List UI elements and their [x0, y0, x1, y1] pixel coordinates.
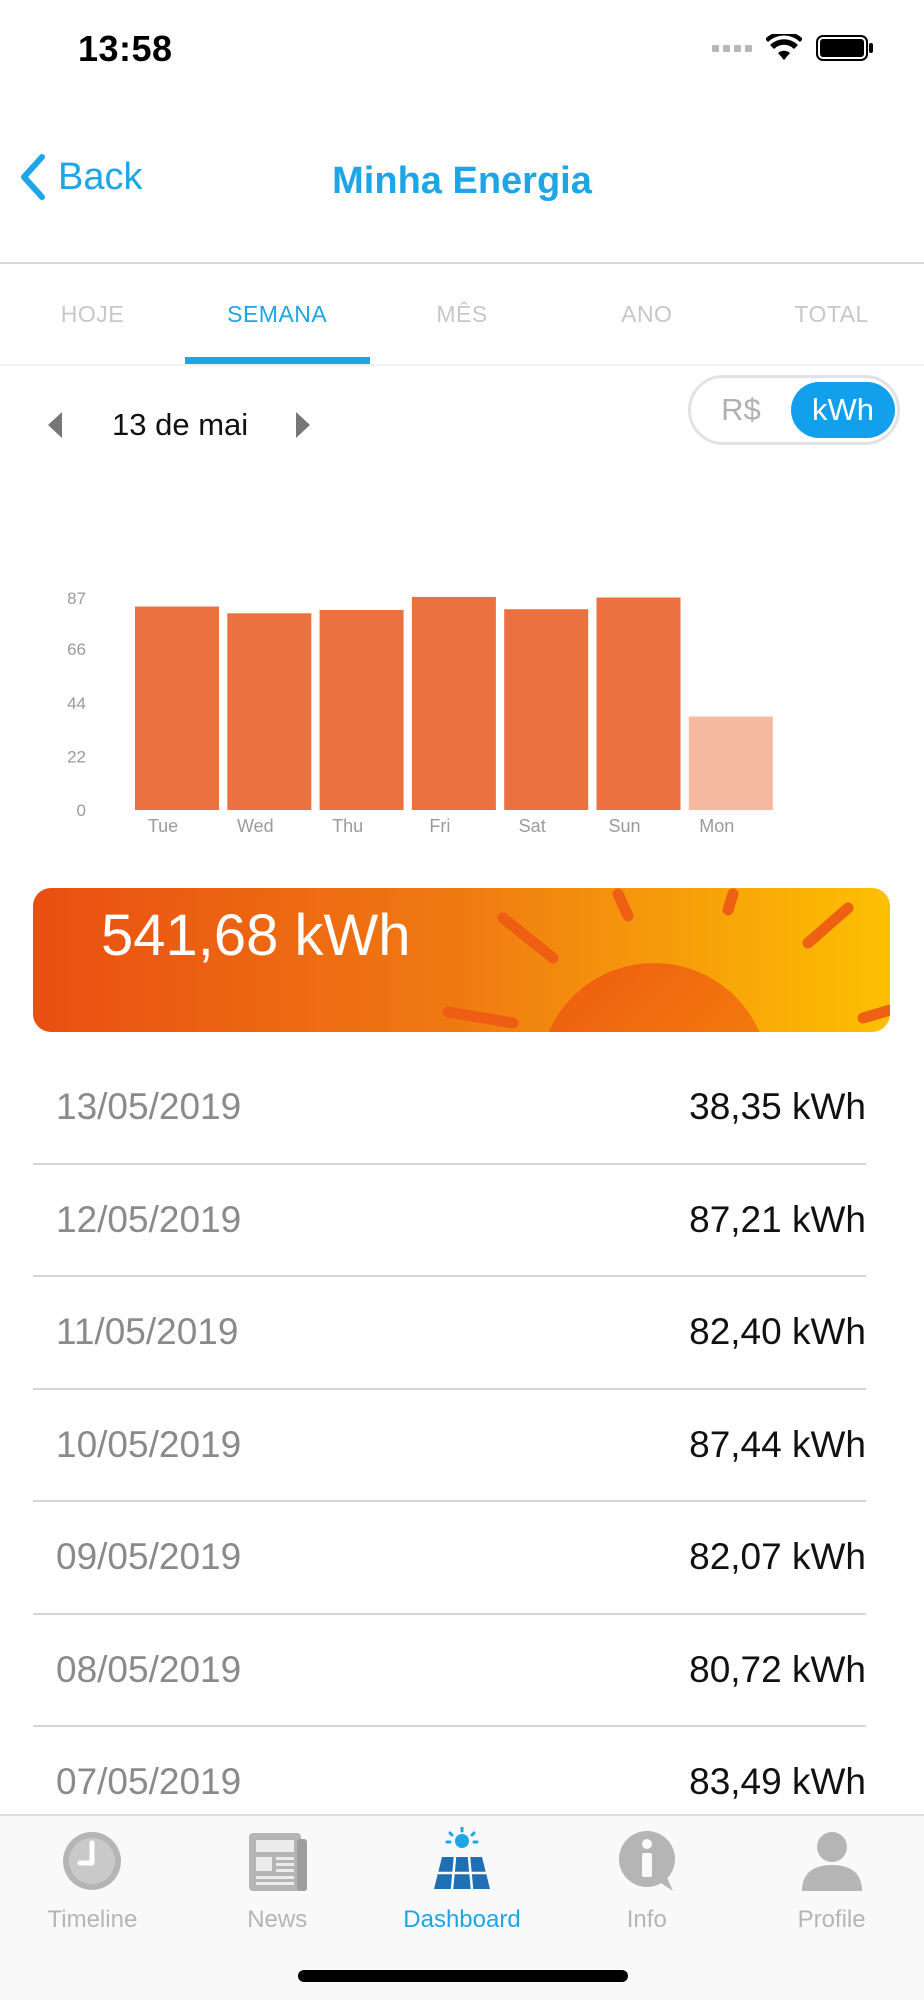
- tab-bar-timeline[interactable]: Timeline: [0, 1826, 185, 1956]
- y-tick-label: 87: [67, 589, 86, 608]
- bar-thu[interactable]: [319, 610, 404, 810]
- reading-date: 13/05/2019: [56, 1086, 242, 1128]
- total-energy-value: 541,68 kWh: [101, 903, 411, 968]
- x-tick-label: Sun: [608, 816, 640, 836]
- tab-bar-label: News: [247, 1906, 308, 1933]
- x-tick-label: Thu: [332, 816, 363, 836]
- status-time: 13:58: [78, 28, 173, 69]
- bar-sat[interactable]: [504, 609, 589, 810]
- tab-bar-news[interactable]: News: [185, 1826, 370, 1956]
- reading-date: 12/05/2019: [56, 1198, 242, 1240]
- unit-option-kwh[interactable]: kWh: [791, 382, 895, 438]
- status-bar: 13:58: [0, 0, 924, 100]
- previous-week-icon[interactable]: [48, 412, 62, 438]
- cellular-signal-icon: [712, 44, 752, 52]
- week-navigator: 13 de mai: [48, 400, 311, 450]
- bar-fri[interactable]: [411, 596, 496, 810]
- reading-value: 38,35 kWh: [689, 1086, 866, 1128]
- unit-option-currency[interactable]: R$: [697, 382, 785, 438]
- tab-ano[interactable]: ANO: [554, 264, 739, 364]
- x-tick-label: Mon: [699, 816, 734, 836]
- reading-date: 09/05/2019: [56, 1536, 242, 1578]
- tab-mes[interactable]: MÊS: [370, 264, 555, 364]
- clock-icon: [57, 1826, 127, 1896]
- x-tick-label: Wed: [237, 816, 274, 836]
- tab-bar-dashboard[interactable]: Dashboard: [370, 1826, 555, 1956]
- wifi-icon: [766, 34, 802, 60]
- newspaper-icon: [242, 1826, 312, 1896]
- tab-hoje[interactable]: HOJE: [0, 264, 185, 364]
- list-item[interactable]: 09/05/2019 82,07 kWh: [33, 1502, 866, 1615]
- weekly-energy-chart: 0 22 44 66 87 Tue Wed Thu Fri Sat Sun Mon: [40, 560, 800, 840]
- tab-bar-info[interactable]: Info: [554, 1826, 739, 1956]
- tab-bar-profile[interactable]: Profile: [739, 1826, 924, 1956]
- y-tick-label: 44: [67, 694, 86, 713]
- x-tick-label: Sat: [519, 816, 546, 836]
- tab-bar-label: Profile: [797, 1906, 866, 1933]
- tab-total[interactable]: TOTAL: [739, 264, 924, 364]
- tabs-divider: [0, 364, 924, 366]
- list-item[interactable]: 11/05/2019 82,40 kWh: [33, 1277, 866, 1390]
- reading-date: 07/05/2019: [56, 1761, 242, 1803]
- daily-readings-list: 13/05/2019 38,35 kWh 12/05/2019 87,21 kW…: [33, 1052, 866, 1840]
- tab-semana[interactable]: SEMANA: [184, 264, 370, 364]
- person-icon: [797, 1826, 867, 1896]
- y-tick-label: 66: [67, 640, 86, 659]
- navigation-bar: Back Minha Energia: [0, 130, 924, 230]
- reading-value: 87,44 kWh: [689, 1423, 866, 1465]
- bar-wed[interactable]: [227, 613, 312, 810]
- reading-value: 82,40 kWh: [689, 1311, 866, 1353]
- home-indicator: [298, 1970, 628, 1982]
- list-item[interactable]: 13/05/2019 38,35 kWh: [33, 1052, 866, 1165]
- unit-toggle: R$ kWh: [688, 375, 900, 445]
- tab-bar-label: Dashboard: [403, 1906, 521, 1933]
- bar-chart-svg: 0 22 44 66 87 Tue Wed Thu Fri Sat Sun Mon: [67, 589, 773, 836]
- bar-mon[interactable]: [688, 716, 773, 810]
- list-item[interactable]: 08/05/2019 80,72 kWh: [33, 1615, 866, 1727]
- page-title: Minha Energia: [332, 160, 592, 202]
- total-energy-banner: 541,68 kWh: [33, 888, 890, 1032]
- reading-value: 82,07 kWh: [689, 1536, 866, 1578]
- solar-panel-icon: [427, 1826, 497, 1896]
- reading-value: 80,72 kWh: [689, 1648, 866, 1690]
- reading-date: 10/05/2019: [56, 1423, 242, 1465]
- bar-tue[interactable]: [135, 606, 219, 810]
- reading-date: 08/05/2019: [56, 1648, 242, 1690]
- y-tick-label: 0: [77, 801, 86, 820]
- list-item[interactable]: 12/05/2019 87,21 kWh: [33, 1165, 866, 1277]
- reading-date: 11/05/2019: [56, 1311, 239, 1353]
- next-week-icon[interactable]: [296, 412, 311, 438]
- info-bubble-icon: [612, 1826, 682, 1896]
- y-tick-label: 22: [67, 747, 86, 766]
- reading-value: 83,49 kWh: [689, 1761, 866, 1803]
- x-tick-label: Fri: [429, 816, 450, 836]
- week-label: 13 de mai: [112, 407, 249, 442]
- list-item[interactable]: 10/05/2019 87,44 kWh: [33, 1390, 866, 1502]
- bar-sun[interactable]: [596, 597, 681, 810]
- tab-bar-label: Timeline: [47, 1906, 138, 1933]
- period-tabs: HOJE SEMANA MÊS ANO TOTAL: [0, 264, 924, 364]
- x-tick-label: Tue: [148, 816, 178, 836]
- tab-bar-label: Info: [626, 1906, 667, 1933]
- battery-icon: [816, 35, 873, 61]
- status-icons: [712, 34, 874, 62]
- reading-value: 87,21 kWh: [689, 1198, 866, 1240]
